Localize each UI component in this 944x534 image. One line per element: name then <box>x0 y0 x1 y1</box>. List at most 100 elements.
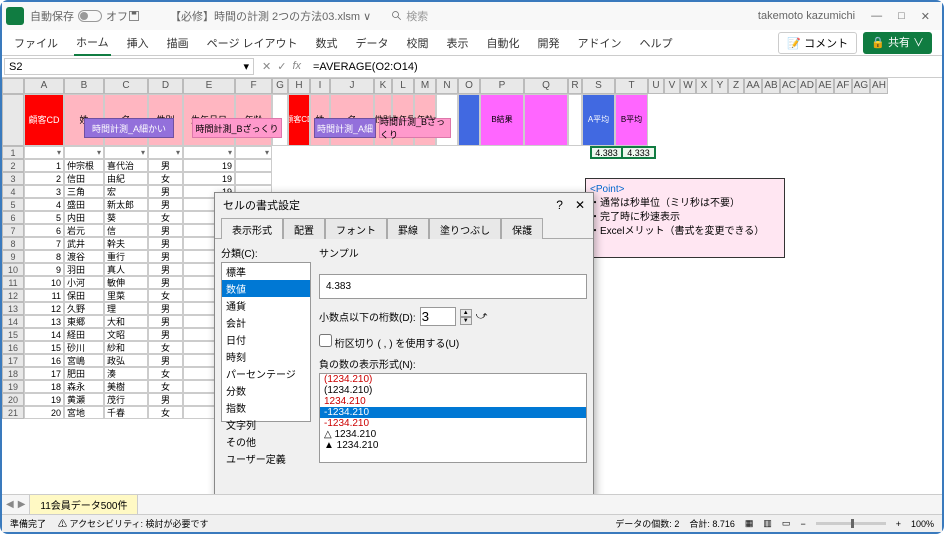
category-item[interactable]: 通貨 <box>222 297 310 314</box>
col-header[interactable]: P <box>480 78 524 94</box>
filename[interactable]: 【必修】時間の計測 2つの方法03.xlsm ∨ <box>170 8 371 24</box>
cancel-icon[interactable]: ✕ <box>262 60 271 73</box>
row-header[interactable]: 12 <box>2 289 24 302</box>
row-header[interactable]: 3 <box>2 172 24 185</box>
col-header[interactable]: AH <box>870 78 888 94</box>
comment-button[interactable]: 📝 コメント <box>778 32 857 54</box>
close-icon[interactable]: ✕ <box>921 10 930 23</box>
row-header[interactable]: 9 <box>2 250 24 263</box>
view-normal-icon[interactable]: ▦ <box>745 518 754 529</box>
tab-automate[interactable]: 自動化 <box>485 31 522 55</box>
btn-measure-a1[interactable]: 時間計測_A細かい <box>84 118 174 138</box>
zoom-slider[interactable] <box>816 522 886 525</box>
col-header[interactable]: F <box>235 78 272 94</box>
name-box[interactable]: S2▾ <box>4 58 254 75</box>
decimal-input[interactable] <box>420 307 456 326</box>
tab-review[interactable]: 校閲 <box>405 31 431 55</box>
col-header[interactable]: L <box>392 78 414 94</box>
row-header[interactable]: 6 <box>2 211 24 224</box>
zoom-value[interactable]: 100% <box>911 519 934 529</box>
row-header[interactable] <box>2 94 24 146</box>
col-header[interactable]: W <box>680 78 696 94</box>
negative-item[interactable]: 1234.210 <box>320 396 586 407</box>
btn-measure-b1[interactable]: 時間計測_Bざっくり <box>192 118 282 138</box>
col-header[interactable]: G <box>272 78 288 94</box>
spin-up-icon[interactable]: ▲ <box>460 309 472 317</box>
category-item[interactable]: 分数 <box>222 382 310 399</box>
user-name[interactable]: takemoto kazumichi <box>750 10 863 22</box>
dtab-font[interactable]: フォント <box>325 218 387 239</box>
fx-icon[interactable]: fx <box>292 60 301 73</box>
cell-s2[interactable]: 4.383 <box>590 146 623 159</box>
col-header[interactable]: AC <box>780 78 798 94</box>
col-header[interactable]: A <box>24 78 64 94</box>
row-header[interactable]: 11 <box>2 276 24 289</box>
row-header[interactable]: 20 <box>2 393 24 406</box>
col-header[interactable]: D <box>148 78 183 94</box>
accept-icon[interactable]: ✓ <box>277 60 286 73</box>
col-header[interactable]: AF <box>834 78 852 94</box>
spin-down-icon[interactable]: ▼ <box>460 317 472 325</box>
col-header[interactable]: B <box>64 78 104 94</box>
save-icon[interactable] <box>128 10 140 22</box>
category-item[interactable]: パーセンテージ <box>222 365 310 382</box>
row-header[interactable]: 4 <box>2 185 24 198</box>
row-header[interactable]: 17 <box>2 354 24 367</box>
category-item[interactable]: 数値 <box>222 280 310 297</box>
dialog-help-icon[interactable]: ? <box>556 198 563 212</box>
tab-help[interactable]: ヘルプ <box>638 31 675 55</box>
search-input[interactable]: 検索 <box>406 8 428 24</box>
sheet-nav-prev-icon[interactable]: ◀ <box>6 499 14 510</box>
category-item[interactable]: 会計 <box>222 314 310 331</box>
tab-insert[interactable]: 挿入 <box>125 31 151 55</box>
tab-addin[interactable]: アドイン <box>576 31 624 55</box>
category-item[interactable]: 指数 <box>222 399 310 416</box>
dtab-protect[interactable]: 保護 <box>501 218 543 239</box>
tab-developer[interactable]: 開発 <box>536 31 562 55</box>
tab-home[interactable]: ホーム <box>74 30 111 56</box>
row-header[interactable]: 21 <box>2 406 24 419</box>
btn-measure-b2[interactable]: 時間計測_Bざっくり <box>379 118 451 138</box>
row-header[interactable]: 15 <box>2 328 24 341</box>
maximize-icon[interactable]: □ <box>898 10 905 23</box>
row-header[interactable]: 10 <box>2 263 24 276</box>
thousand-sep-checkbox[interactable] <box>319 334 332 347</box>
row-header[interactable]: 14 <box>2 315 24 328</box>
tab-file[interactable]: ファイル <box>12 31 60 55</box>
negative-item[interactable]: △ 1234.210 <box>320 429 586 440</box>
col-header[interactable]: Z <box>728 78 744 94</box>
status-accessibility[interactable]: ⚠ アクセシビリティ: 検討が必要です <box>58 517 209 530</box>
category-list[interactable]: 標準数値通貨会計日付時刻パーセンテージ分数指数文字列その他ユーザー定義 <box>221 262 311 422</box>
row-header[interactable]: 19 <box>2 380 24 393</box>
col-header[interactable]: R <box>568 78 582 94</box>
col-header[interactable]: O <box>458 78 480 94</box>
col-header[interactable]: K <box>374 78 392 94</box>
col-header[interactable]: AD <box>798 78 816 94</box>
col-header[interactable]: U <box>648 78 664 94</box>
category-item[interactable]: ユーザー定義 <box>222 450 310 467</box>
col-header[interactable]: AA <box>744 78 762 94</box>
dtab-align[interactable]: 配置 <box>283 218 325 239</box>
col-header[interactable]: AE <box>816 78 834 94</box>
negative-item[interactable]: -1234.210 <box>320 418 586 429</box>
col-header[interactable]: Y <box>712 78 728 94</box>
sheet-tab[interactable]: 11会員データ500件 <box>29 494 138 516</box>
category-item[interactable]: 日付 <box>222 331 310 348</box>
category-item[interactable]: 文字列 <box>222 416 310 433</box>
view-pagelayout-icon[interactable]: ▥ <box>763 518 772 529</box>
col-header[interactable]: Q <box>524 78 568 94</box>
col-header[interactable]: N <box>436 78 458 94</box>
dtab-border[interactable]: 罫線 <box>387 218 429 239</box>
row-header[interactable]: 7 <box>2 224 24 237</box>
col-header[interactable]: T <box>615 78 648 94</box>
col-header[interactable]: C <box>104 78 148 94</box>
category-item[interactable]: 時刻 <box>222 348 310 365</box>
row-header[interactable]: 18 <box>2 367 24 380</box>
row-header[interactable]: 5 <box>2 198 24 211</box>
row-header[interactable]: 16 <box>2 341 24 354</box>
dtab-fill[interactable]: 塗りつぶし <box>429 218 501 239</box>
row-header[interactable]: 2 <box>2 159 24 172</box>
tab-data[interactable]: データ <box>354 31 391 55</box>
zoom-in-icon[interactable]: + <box>896 519 901 529</box>
col-header[interactable]: J <box>330 78 374 94</box>
